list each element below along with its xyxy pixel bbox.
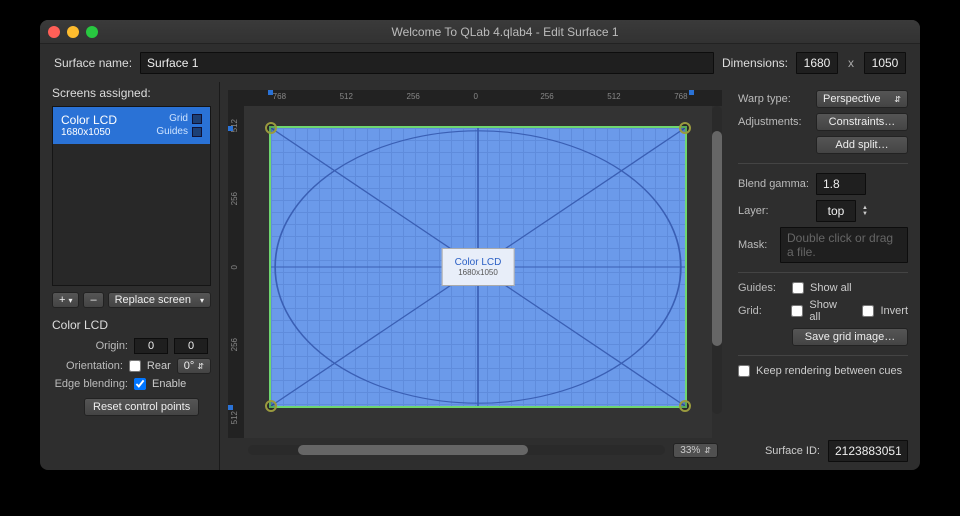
horizontal-scrollbar[interactable] (248, 445, 665, 455)
ruler-marker-icon (268, 90, 273, 95)
zoom-icon[interactable] (86, 26, 98, 38)
screen-guides-checkbox[interactable] (192, 127, 202, 137)
reset-control-points-button[interactable]: Reset control points (84, 398, 199, 416)
warp-type-select[interactable]: Perspective⇵ (816, 90, 908, 108)
screen-properties: Color LCD Origin: Orientation: Rear 0° ⇵… (52, 318, 211, 416)
close-icon[interactable] (48, 26, 60, 38)
grid-invert-checkbox[interactable] (862, 305, 874, 317)
guides-label: Guides: (738, 282, 786, 294)
control-handle[interactable] (265, 400, 277, 412)
surface-name-label: Surface name: (54, 56, 132, 70)
screen-name: Color LCD (61, 113, 117, 127)
guides-show-all-checkbox[interactable] (792, 282, 804, 294)
zoom-control[interactable]: 33%⇵ (673, 443, 718, 458)
vertical-scrollbar[interactable] (712, 106, 722, 414)
grid-show-all-checkbox[interactable] (791, 305, 803, 317)
blend-gamma-input[interactable] (816, 173, 866, 195)
surface-canvas[interactable]: Color LCD 1680x1050 (244, 106, 712, 438)
edit-surface-window: Welcome To QLab 4.qlab4 - Edit Surface 1… (40, 20, 920, 470)
adjustments-label: Adjustments: (738, 116, 810, 128)
screen-item[interactable]: Color LCD 1680x1050 Grid Guides (53, 107, 210, 144)
remove-screen-button[interactable]: – (83, 292, 103, 308)
keep-rendering-label: Keep rendering between cues (756, 365, 902, 377)
guides-show-all-label: Show all (810, 282, 852, 294)
control-handle[interactable] (265, 122, 277, 134)
warp-type-label: Warp type: (738, 93, 810, 105)
ruler-marker-icon (228, 126, 233, 131)
rotation-select[interactable]: 0° ⇵ (177, 358, 211, 374)
control-handle[interactable] (679, 400, 691, 412)
replace-screen-button[interactable]: Replace screen▾ (108, 292, 211, 308)
window-title: Welcome To QLab 4.qlab4 - Edit Surface 1 (98, 25, 912, 39)
keep-rendering-checkbox[interactable] (738, 365, 750, 377)
surface-id-field[interactable] (828, 440, 908, 462)
surface-rect[interactable]: Color LCD 1680x1050 (269, 126, 687, 408)
ruler-horizontal[interactable]: 768 512 256 0 256 512 768 (244, 90, 722, 106)
surface-id-label: Surface ID: (765, 445, 820, 457)
mask-dropzone[interactable]: Double click or drag a file. (780, 227, 908, 263)
grid-label: Grid: (738, 305, 785, 317)
add-split-button[interactable]: Add split… (816, 136, 908, 154)
orientation-label: Orientation: (52, 360, 123, 372)
surface-name-input[interactable] (140, 52, 714, 74)
right-panel: Warp type: Perspective⇵ Adjustments: Con… (730, 82, 920, 470)
ruler-marker-icon (228, 405, 233, 410)
origin-x-input[interactable] (134, 338, 168, 354)
screens-assigned-label: Screens assigned: (52, 82, 211, 106)
save-grid-image-button[interactable]: Save grid image… (792, 328, 908, 346)
name-row: Surface name: Dimensions: x (40, 44, 920, 82)
layer-label: Layer: (738, 205, 810, 217)
enable-label: Enable (152, 378, 186, 390)
dimension-width-input[interactable] (796, 52, 838, 74)
screen-grid-checkbox[interactable] (192, 114, 202, 124)
dimensions-label: Dimensions: (722, 56, 788, 70)
dimension-height-input[interactable] (864, 52, 906, 74)
ruler-marker-icon (689, 90, 694, 95)
minimize-icon[interactable] (67, 26, 79, 38)
rear-label: Rear (147, 360, 171, 372)
constraints-button[interactable]: Constraints… (816, 113, 908, 131)
add-screen-button[interactable]: + ▾ (52, 292, 79, 308)
screen-guides-label: Guides (156, 126, 188, 137)
edge-blending-label: Edge blending: (52, 378, 128, 390)
surface-center-label: Color LCD 1680x1050 (442, 248, 515, 286)
canvas-panel: 768 512 256 0 256 512 768 512 256 (220, 82, 730, 470)
left-panel: Screens assigned: Color LCD 1680x1050 Gr… (40, 82, 220, 470)
rear-checkbox[interactable] (129, 360, 141, 372)
ruler-corner (228, 90, 244, 106)
grid-show-all-label: Show all (809, 299, 850, 323)
grid-invert-label: Invert (880, 305, 908, 317)
ruler-vertical[interactable]: 512 256 0 256 512 (228, 106, 244, 438)
screen-resolution: 1680x1050 (61, 127, 117, 138)
traffic-lights (48, 26, 98, 38)
screens-list[interactable]: Color LCD 1680x1050 Grid Guides (52, 106, 211, 286)
dimension-separator: x (846, 56, 856, 70)
layer-stepper[interactable]: ▲▼ (862, 205, 868, 217)
origin-y-input[interactable] (174, 338, 208, 354)
titlebar[interactable]: Welcome To QLab 4.qlab4 - Edit Surface 1 (40, 20, 920, 44)
layer-input[interactable] (816, 200, 856, 222)
properties-header: Color LCD (52, 318, 211, 332)
origin-label: Origin: (52, 340, 128, 352)
mask-label: Mask: (738, 239, 774, 251)
control-handle[interactable] (679, 122, 691, 134)
blend-gamma-label: Blend gamma: (738, 178, 810, 190)
enable-edge-blending-checkbox[interactable] (134, 378, 146, 390)
screen-grid-label: Grid (169, 113, 188, 124)
